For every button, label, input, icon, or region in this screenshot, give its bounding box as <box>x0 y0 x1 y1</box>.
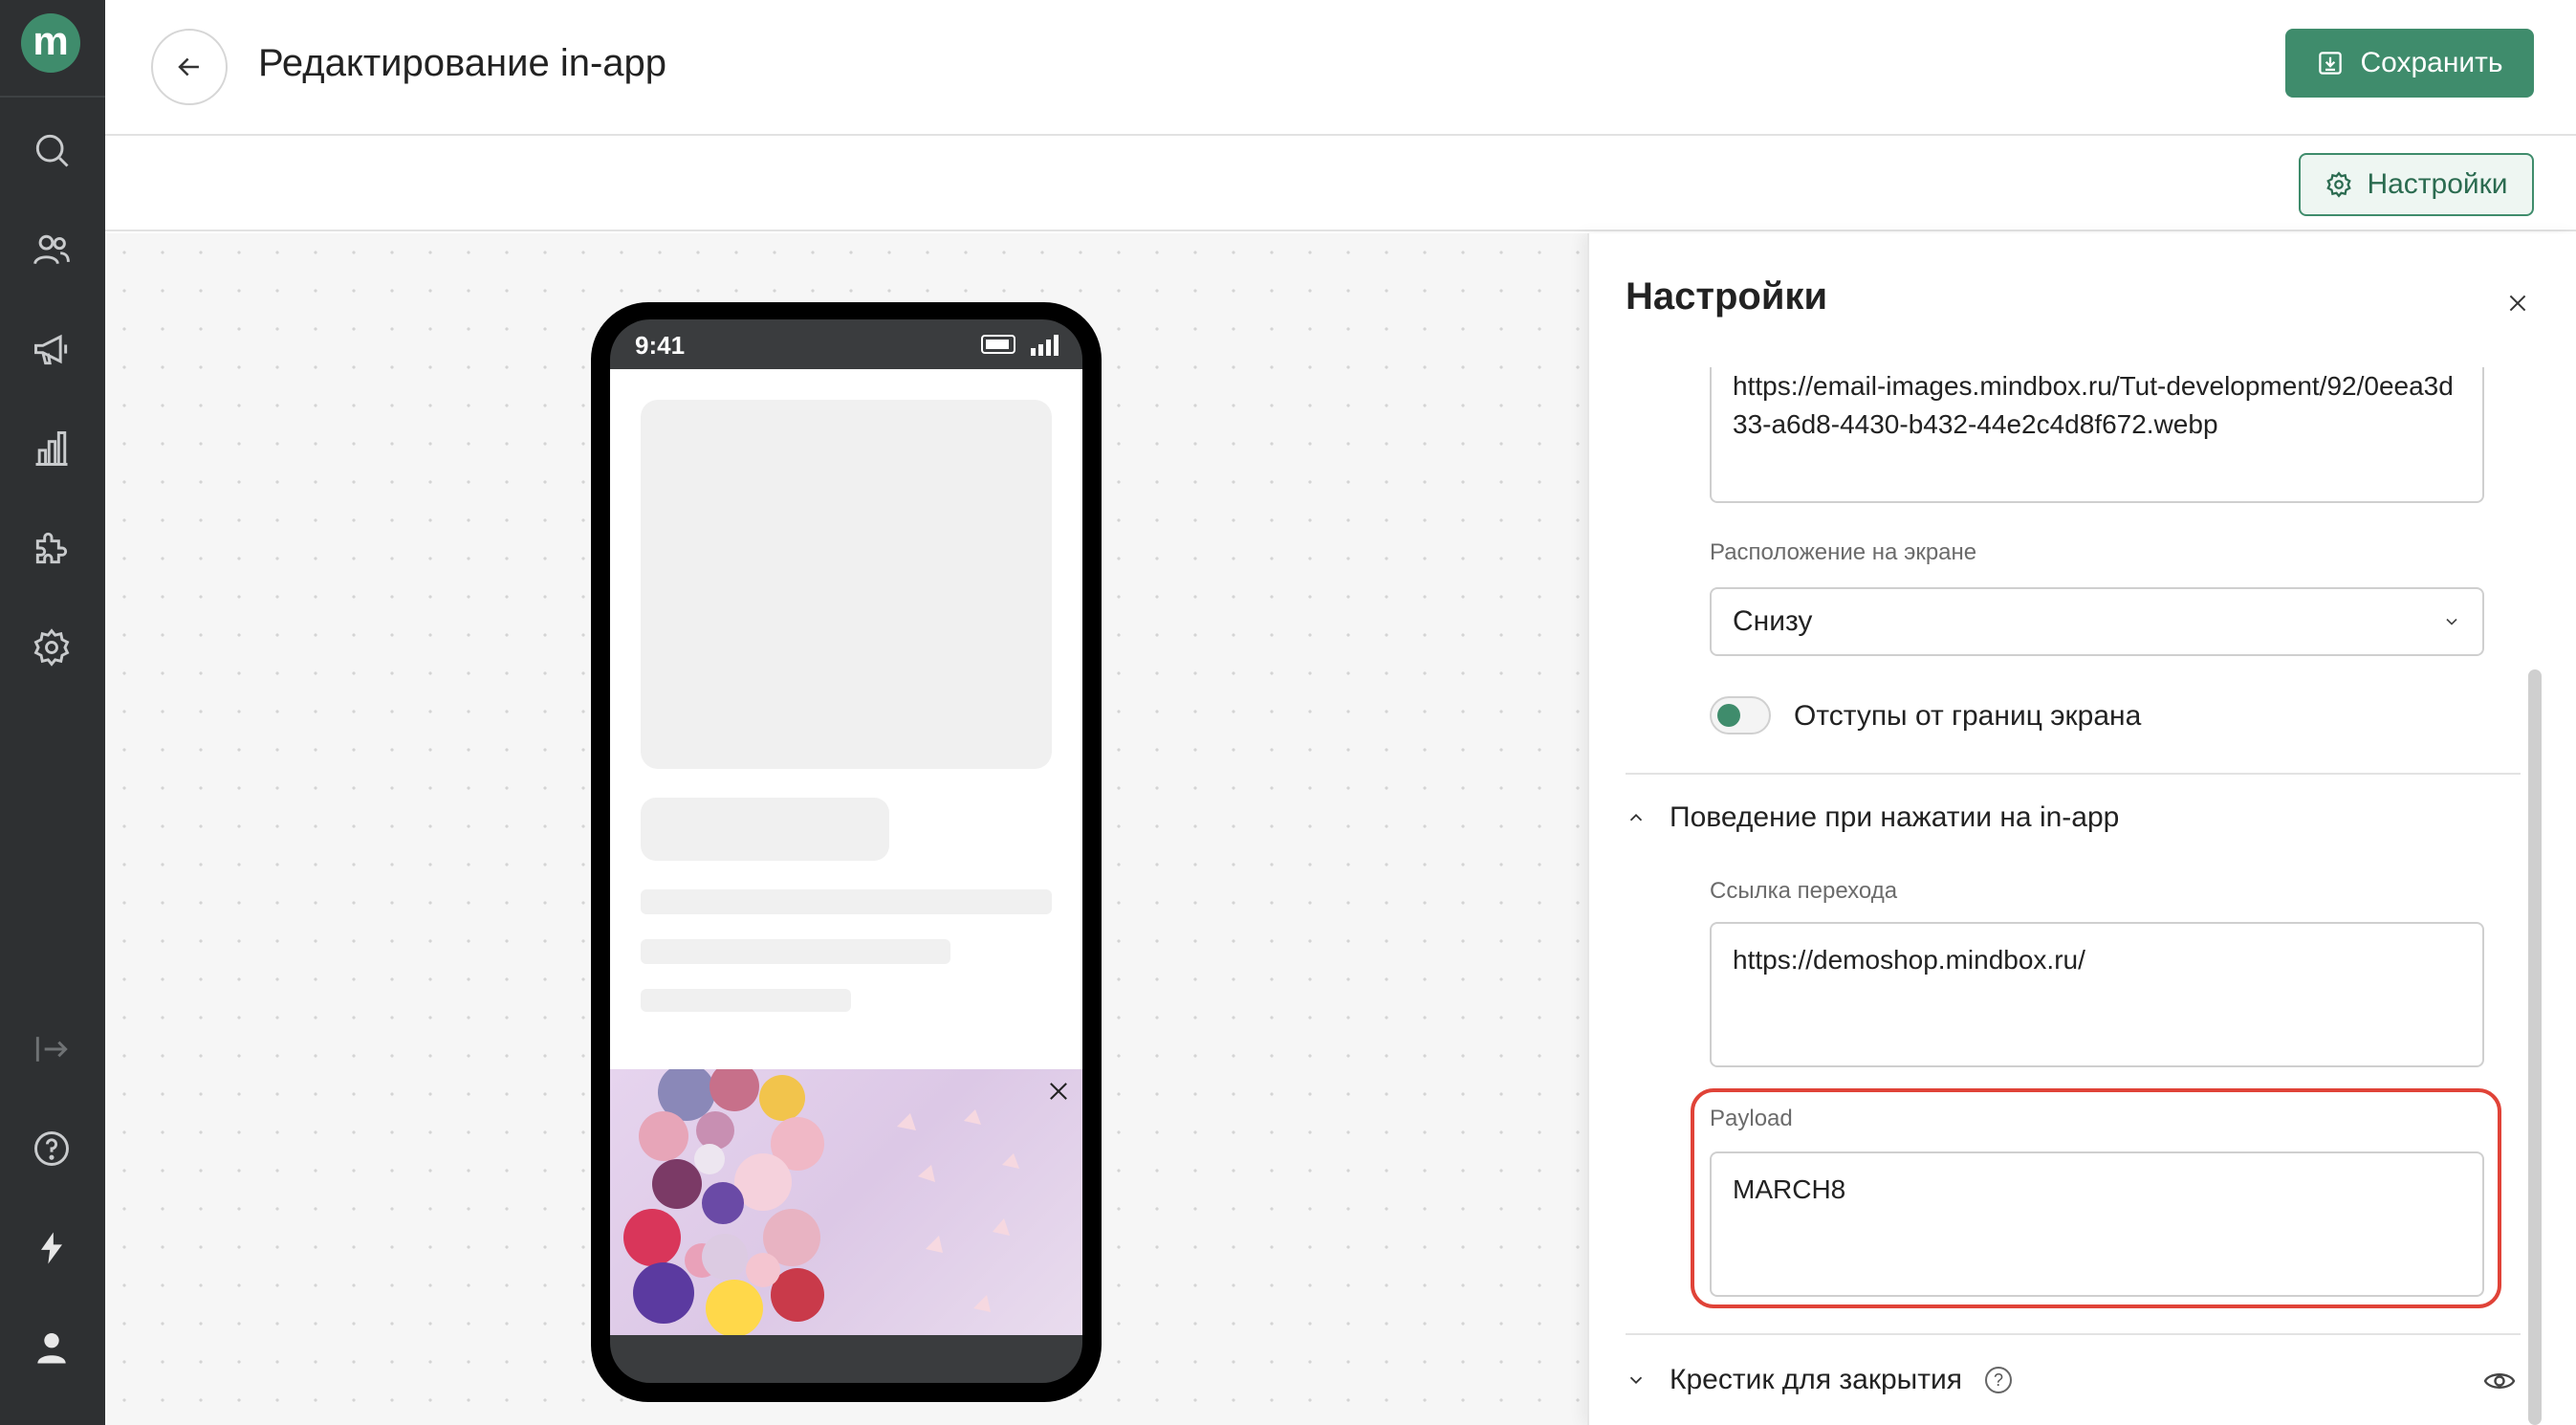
image-url-field[interactable]: https://email-images.mindbox.ru/Tut-deve… <box>1710 367 2484 503</box>
analytics-icon[interactable] <box>24 421 79 476</box>
page-title: Редактирование in-app <box>258 42 667 84</box>
flowers-number-eight-illustration <box>623 1069 1019 1335</box>
panel-title: Настройки <box>1626 275 1828 318</box>
position-label: Расположение на экране <box>1710 539 1977 565</box>
megaphone-icon[interactable] <box>24 321 79 377</box>
battery-icon <box>981 335 1015 354</box>
close-button-section-header[interactable]: Крестик для закрытия ? <box>1626 1364 2012 1396</box>
settings-panel: Настройки https://email-images.mindbox.r… <box>1587 233 2576 1425</box>
section-divider <box>1626 773 2521 775</box>
phone-mockup: 9:41 <box>591 302 1102 1402</box>
back-button[interactable] <box>151 29 228 105</box>
save-button-label: Сохранить <box>2360 47 2503 78</box>
chevron-down-icon <box>1629 1376 1643 1385</box>
rail-divider <box>0 96 105 98</box>
integrations-icon[interactable] <box>24 520 79 576</box>
search-icon[interactable] <box>24 122 79 178</box>
save-icon <box>2319 52 2343 75</box>
payload-field[interactable]: MARCH8 <box>1710 1151 2484 1297</box>
link-field[interactable]: https://demoshop.mindbox.ru/ <box>1710 922 2484 1067</box>
lightning-icon[interactable] <box>24 1220 79 1276</box>
logo-letter: m <box>33 18 69 63</box>
banner-close-icon[interactable] <box>1042 1075 1075 1107</box>
phone-screen <box>610 369 1082 1335</box>
user-icon[interactable] <box>24 1320 79 1375</box>
position-select-value: Снизу <box>1733 605 1813 637</box>
chevron-up-icon <box>1629 813 1643 822</box>
page-header: Редактирование in-app Сохранить <box>105 0 2576 136</box>
toolbar: Настройки <box>105 136 2576 231</box>
skeleton-image <box>641 400 1052 769</box>
section-divider <box>1626 1333 2521 1335</box>
save-button[interactable]: Сохранить <box>2285 29 2534 98</box>
expand-icon[interactable] <box>24 1021 79 1077</box>
signal-icon <box>1031 333 1059 356</box>
position-select[interactable]: Снизу <box>1710 587 2484 656</box>
phone-status-bar: 9:41 <box>610 319 1082 369</box>
settings-icon[interactable] <box>24 620 79 675</box>
arrow-left-icon <box>178 57 199 77</box>
payload-label: Payload <box>1710 1106 1793 1131</box>
skeleton-line <box>641 889 1052 914</box>
left-navigation-rail: m <box>0 0 105 1425</box>
skeleton-button <box>641 798 889 861</box>
users-icon[interactable] <box>24 222 79 277</box>
help-icon[interactable]: ? <box>1984 1367 2012 1393</box>
chevron-down-icon <box>2446 618 2457 625</box>
settings-toggle-button[interactable]: Настройки <box>2299 153 2534 216</box>
margins-toggle-label: Отступы от границ экрана <box>1794 700 2142 732</box>
skeleton-line <box>641 989 851 1012</box>
phone-time: 9:41 <box>635 331 686 360</box>
preview-canvas: 9:41 <box>105 233 1587 1425</box>
phone-bottom-bar <box>610 1335 1082 1383</box>
skeleton-line <box>641 939 950 964</box>
click-behavior-section-header[interactable]: Поведение при нажатии на in-app <box>1626 801 2119 834</box>
inapp-banner-image[interactable] <box>610 1069 1082 1335</box>
margins-toggle[interactable] <box>1710 696 1771 734</box>
panel-scrollbar[interactable] <box>2528 669 2542 1425</box>
mindbox-logo[interactable]: m <box>21 13 80 73</box>
close-button-section-title: Крестик для закрытия <box>1670 1364 1962 1395</box>
toggle-knob <box>1717 704 1740 727</box>
help-icon[interactable] <box>24 1121 79 1176</box>
gear-icon <box>2326 171 2352 198</box>
settings-button-label: Настройки <box>2367 168 2508 200</box>
link-label: Ссылка перехода <box>1710 878 1898 904</box>
close-icon[interactable] <box>2501 287 2534 319</box>
app-root: m Редактирование in-app Сохранить Настро… <box>0 0 2576 1425</box>
eye-icon[interactable] <box>2482 1364 2517 1398</box>
click-behavior-title: Поведение при нажатии на in-app <box>1670 801 2120 833</box>
